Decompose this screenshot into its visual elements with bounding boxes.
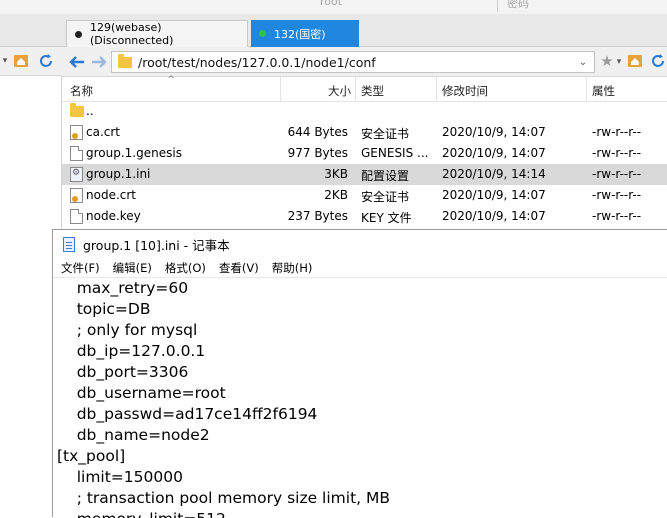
document-icon [70, 209, 83, 224]
file-type: GENESIS ... [361, 146, 429, 160]
ghost-field-label: root [320, 0, 343, 8]
file-name: group.1.ini [86, 167, 151, 181]
remote-address-toolbar: /root/test/nodes/127.0.0.1/node1/conf ⌄ … [62, 47, 667, 77]
notepad-title: group.1 [10].ini - 记事本 [83, 237, 230, 253]
file-row[interactable]: node.crt 2KB 安全证书 2020/10/9, 14:07 -rw-r… [62, 185, 667, 206]
column-name[interactable]: 名称 [70, 83, 93, 99]
menu-help[interactable]: 帮助(H) [272, 260, 313, 276]
ghost-field-label: 密码 [507, 0, 529, 10]
file-size: 644 Bytes [287, 125, 348, 139]
text-line: [tx_pool] [57, 447, 126, 465]
file-attributes: -rw-r--r-- [592, 125, 642, 139]
file-name: group.1.genesis [86, 146, 182, 160]
remote-path-text: /root/test/nodes/127.0.0.1/node1/conf [138, 54, 376, 70]
notepad-window: group.1 [10].ini - 记事本 文件(F) 编辑(E) 格式(O)… [52, 229, 667, 518]
connected-status-icon [259, 30, 266, 37]
column-header: 名称 ^ 大小 类型 修改时间 属性 [62, 75, 667, 102]
file-attributes: -rw-r--r-- [592, 146, 642, 160]
parent-directory-row[interactable]: .. [62, 101, 667, 122]
notepad-icon [63, 236, 75, 252]
file-name: node.crt [86, 188, 136, 202]
tab-session-129[interactable]: 129(webase) (Disconnected) [66, 20, 248, 47]
file-modified: 2020/10/9, 14:07 [442, 188, 546, 202]
top-strip: root 密码 [0, 0, 667, 14]
refresh-icon[interactable] [38, 53, 54, 69]
file-modified: 2020/10/9, 14:07 [442, 146, 546, 160]
file-type: 配置设置 [361, 169, 410, 183]
config-file-icon [70, 167, 83, 182]
column-modified[interactable]: 修改时间 [442, 83, 488, 99]
column-divider[interactable] [355, 77, 356, 101]
home-icon[interactable] [13, 53, 29, 69]
disconnected-status-icon [75, 30, 82, 38]
file-attributes: -rw-r--r-- [592, 167, 642, 181]
file-row[interactable]: ca.crt 644 Bytes 安全证书 2020/10/9, 14:07 -… [62, 122, 667, 143]
file-name: .. [86, 104, 94, 118]
text-line: db_port=3306 [57, 363, 189, 381]
dropdown-arrow-icon[interactable]: ▾ [615, 55, 623, 69]
file-modified: 2020/10/9, 14:07 [442, 125, 546, 139]
file-row[interactable]: node.key 237 Bytes KEY 文件 2020/10/9, 14:… [62, 206, 667, 227]
column-divider[interactable] [436, 77, 437, 101]
remote-file-list: 名称 ^ 大小 类型 修改时间 属性 .. ca.crt 644 Bytes 安… [62, 75, 667, 227]
refresh-icon[interactable] [650, 53, 666, 69]
file-size: 977 Bytes [287, 146, 348, 160]
column-attributes[interactable]: 属性 [592, 83, 615, 99]
file-type: KEY 文件 [361, 211, 412, 225]
folder-icon [70, 103, 84, 117]
text-line: db_username=root [57, 384, 226, 402]
menu-format[interactable]: 格式(O) [165, 260, 206, 276]
tab-label: 129(webase) (Disconnected) [90, 21, 174, 47]
column-type[interactable]: 类型 [361, 83, 384, 99]
text-line: ; transaction pool memory size limit, MB [57, 489, 391, 507]
folder-icon [118, 53, 132, 68]
file-attributes: -rw-r--r-- [592, 188, 642, 202]
file-size: 237 Bytes [287, 209, 348, 223]
home-icon[interactable] [627, 53, 643, 69]
file-name: node.key [86, 209, 141, 223]
text-line: limit=150000 [57, 468, 183, 486]
file-type: 安全证书 [361, 190, 410, 204]
column-divider[interactable] [280, 77, 281, 101]
divider [497, 0, 498, 12]
text-line: topic=DB [57, 300, 151, 318]
column-divider[interactable] [586, 77, 587, 101]
file-modified: 2020/10/9, 14:14 [442, 167, 546, 181]
tab-session-132[interactable]: 132(国密) [251, 20, 359, 47]
notepad-menu-bar: 文件(F) 编辑(E) 格式(O) 查看(V) 帮助(H) [53, 258, 667, 278]
text-line: max_retry=60 [57, 279, 189, 297]
menu-file[interactable]: 文件(F) [61, 260, 100, 276]
tab-label: 132(国密) [274, 27, 326, 41]
file-row[interactable]: group.1.genesis 977 Bytes GENESIS ... 20… [62, 143, 667, 164]
local-toolbar: ▾ [0, 47, 62, 76]
certificate-icon [70, 188, 83, 203]
notepad-title-bar[interactable]: group.1 [10].ini - 记事本 [53, 230, 667, 258]
file-attributes: -rw-r--r-- [592, 209, 642, 223]
file-size: 2KB [324, 188, 348, 202]
notepad-text-area[interactable]: max_retry=60 topic=DB ; only for mysql d… [57, 279, 662, 518]
remote-path-input[interactable]: /root/test/nodes/127.0.0.1/node1/conf ⌄ [111, 51, 595, 73]
dropdown-arrow-icon[interactable]: ▾ [0, 54, 10, 68]
star-icon[interactable]: ★ [599, 52, 615, 70]
text-line: db_passwd=ad17ce14ff2f6194 [57, 405, 318, 423]
file-type: 安全证书 [361, 127, 410, 141]
menu-view[interactable]: 查看(V) [219, 260, 259, 276]
file-modified: 2020/10/9, 14:07 [442, 209, 546, 223]
forward-arrow-icon[interactable] [90, 53, 108, 71]
column-size[interactable]: 大小 [328, 83, 351, 99]
text-line: db_name=node2 [57, 426, 210, 444]
chevron-down-icon[interactable]: ⌄ [576, 55, 590, 69]
menu-edit[interactable]: 编辑(E) [113, 260, 152, 276]
back-arrow-icon[interactable] [68, 53, 86, 71]
file-name: ca.crt [86, 125, 121, 139]
certificate-icon [70, 125, 83, 140]
file-row-selected[interactable]: group.1.ini 3KB 配置设置 2020/10/9, 14:14 -r… [62, 164, 667, 185]
document-icon [70, 146, 83, 161]
text-line: db_ip=127.0.0.1 [57, 342, 206, 360]
text-line: ; only for mysql [57, 321, 198, 339]
session-tab-bar: 129(webase) (Disconnected) 132(国密) [0, 14, 667, 47]
sort-ascending-icon: ^ [167, 75, 175, 85]
file-size: 3KB [324, 167, 348, 181]
